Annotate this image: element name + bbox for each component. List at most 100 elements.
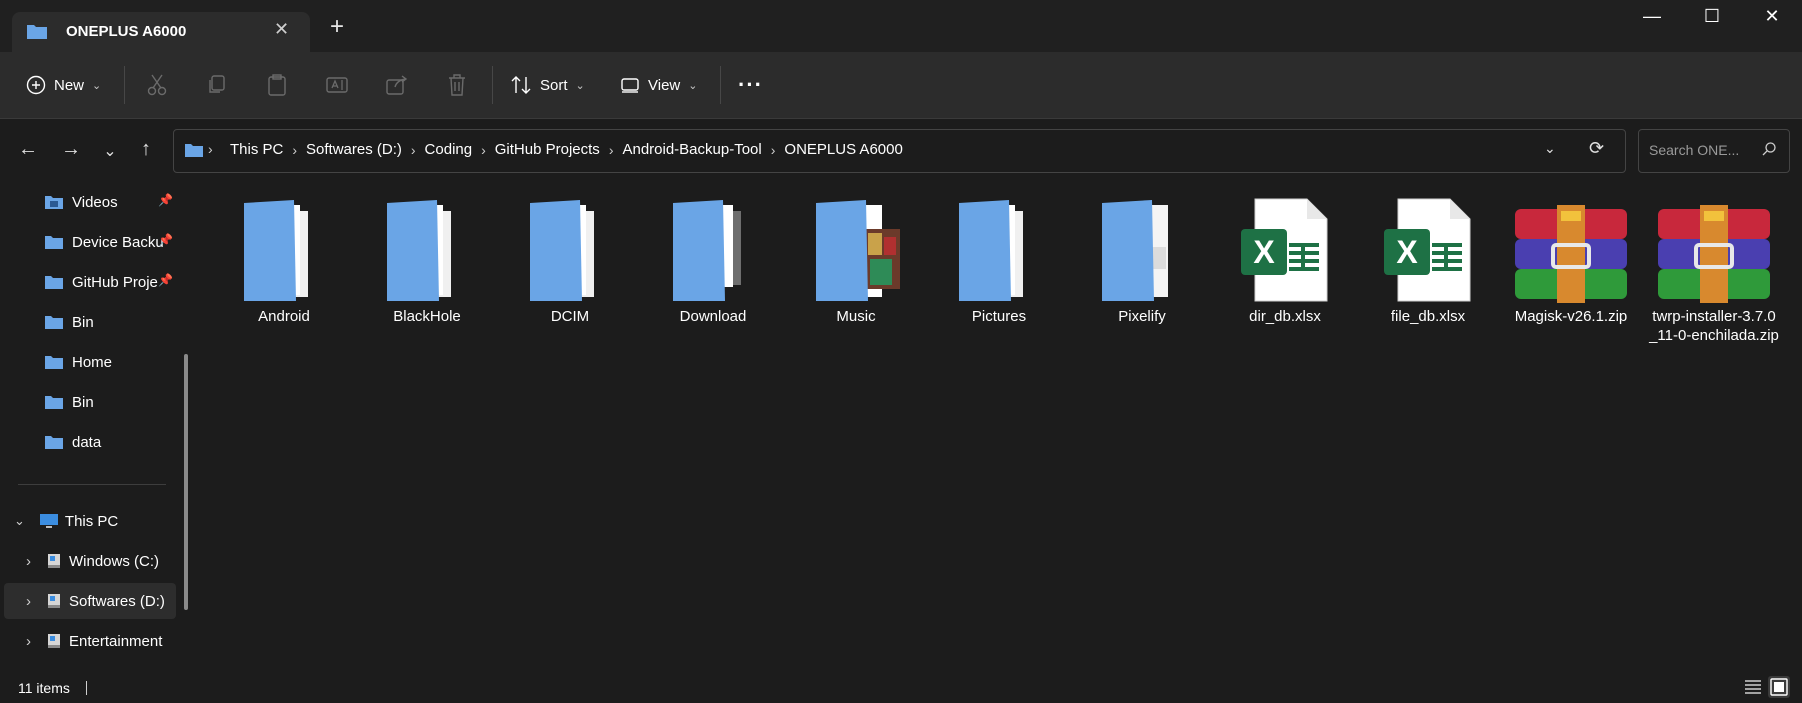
crumb-github-projects[interactable]: GitHub Projects xyxy=(495,141,600,158)
chevron-right-icon[interactable]: › xyxy=(609,142,614,158)
more-options-button[interactable]: ··· xyxy=(738,68,763,102)
toolbar-divider xyxy=(492,66,493,104)
folder-icon xyxy=(45,356,63,369)
up-arrow-icon[interactable]: ↑ xyxy=(131,138,161,161)
sidebar-item-windows-c[interactable]: › Windows (C:) xyxy=(0,543,176,579)
sidebar-item-data[interactable]: data xyxy=(0,424,176,460)
crumb-coding[interactable]: Coding xyxy=(425,141,473,158)
folder-icon xyxy=(959,200,1023,301)
close-button[interactable]: ✕ xyxy=(1752,6,1792,27)
sidebar-item-home[interactable]: Home xyxy=(0,344,176,380)
chevron-right-icon[interactable]: › xyxy=(292,142,297,158)
sidebar-scrollbar[interactable] xyxy=(184,354,188,610)
status-bar: 11 items xyxy=(0,673,1802,703)
file-item-twrp-zip[interactable]: twrp-installer-3.7.0_11-0-enchilada.zip xyxy=(1649,197,1779,345)
chevron-right-icon[interactable]: › xyxy=(26,593,31,610)
file-item-dcim[interactable]: DCIM xyxy=(505,197,635,326)
large-icons-view-icon[interactable] xyxy=(1768,676,1790,698)
file-item-magisk-zip[interactable]: Magisk-v26.1.zip xyxy=(1506,197,1636,326)
winrar-archive-icon xyxy=(1658,205,1770,303)
chevron-right-icon[interactable]: › xyxy=(26,553,31,570)
file-item-pictures[interactable]: Pictures xyxy=(934,197,1064,326)
new-tab-button[interactable]: + xyxy=(330,15,344,39)
file-name: Music xyxy=(836,308,876,325)
recent-locations-chevron-icon[interactable]: ⌄ xyxy=(95,141,125,161)
crumb-oneplus[interactable]: ONEPLUS A6000 xyxy=(784,141,902,158)
file-name: Download xyxy=(679,308,747,325)
file-name: BlackHole xyxy=(393,308,461,325)
sidebar-item-videos[interactable]: Videos 📌 xyxy=(0,184,176,220)
svg-text:X: X xyxy=(1396,234,1418,270)
chevron-right-icon[interactable]: › xyxy=(26,633,31,650)
crumb-android-backup-tool[interactable]: Android-Backup-Tool xyxy=(622,141,761,158)
winrar-archive-icon xyxy=(1515,205,1627,303)
file-item-dir-db[interactable]: X dir_db.xlsx xyxy=(1220,197,1350,326)
file-item-android[interactable]: Android xyxy=(219,197,349,326)
file-item-pixelify[interactable]: Pixelify xyxy=(1077,197,1207,326)
sidebar-item-label: Windows (C:) xyxy=(69,552,160,570)
chevron-right-icon[interactable]: › xyxy=(771,142,776,158)
tab-oneplus[interactable]: ONEPLUS A6000 ✕ xyxy=(12,12,310,52)
file-name: Magisk-v26.1.zip xyxy=(1514,308,1628,325)
tab-close-icon[interactable]: ✕ xyxy=(274,19,289,40)
cut-icon[interactable] xyxy=(144,72,170,98)
share-icon[interactable] xyxy=(384,72,410,98)
delete-icon[interactable] xyxy=(444,72,470,98)
sidebar-item-label: Home xyxy=(72,353,113,371)
pin-icon: 📌 xyxy=(158,233,173,247)
details-view-icon[interactable] xyxy=(1742,676,1764,698)
drive-icon xyxy=(48,634,60,648)
computer-icon xyxy=(39,514,58,528)
file-item-music[interactable]: Music xyxy=(791,197,921,326)
rename-icon[interactable] xyxy=(324,72,350,98)
sidebar-item-device-backup[interactable]: Device Backu 📌 xyxy=(0,224,176,260)
minimize-button[interactable]: — xyxy=(1632,6,1672,27)
address-dropdown-icon[interactable]: ⌄ xyxy=(1544,140,1556,157)
folder-icon xyxy=(1102,200,1168,301)
file-item-download[interactable]: Download xyxy=(648,197,778,326)
crumb-softwares[interactable]: Softwares (D:) xyxy=(306,141,402,158)
chevron-right-icon[interactable]: › xyxy=(481,142,486,158)
file-item-blackhole[interactable]: BlackHole xyxy=(362,197,492,326)
sort-label: Sort xyxy=(540,76,568,94)
chevron-down-icon: ⌄ xyxy=(688,79,698,92)
sidebar-item-entertainment[interactable]: › Entertainment xyxy=(0,623,176,659)
view-button[interactable]: View ⌄ xyxy=(620,68,697,102)
address-bar[interactable]: › This PC › Softwares (D:) › Coding › Gi… xyxy=(173,129,1626,173)
chevron-down-icon: ⌄ xyxy=(575,79,585,92)
new-button[interactable]: New ⌄ xyxy=(26,68,101,102)
sort-button[interactable]: Sort ⌄ xyxy=(510,68,585,102)
sidebar-item-softwares-d[interactable]: › Softwares (D:) xyxy=(4,583,176,619)
file-item-file-db[interactable]: X file_db.xlsx xyxy=(1363,197,1493,326)
item-count: 11 items xyxy=(18,680,70,696)
copy-icon[interactable] xyxy=(204,72,230,98)
sidebar-item-label: Bin xyxy=(72,393,94,411)
folder-icon xyxy=(673,200,741,301)
sidebar-item-bin[interactable]: Bin xyxy=(0,304,176,340)
title-bar: ONEPLUS A6000 ✕ + — ☐ ✕ xyxy=(0,0,1802,52)
sidebar-item-label: Bin xyxy=(72,313,94,331)
sort-icon xyxy=(511,76,531,94)
excel-icon: X xyxy=(1241,198,1328,302)
chevron-right-icon[interactable]: › xyxy=(411,142,416,158)
search-box[interactable]: Search ONE... xyxy=(1638,129,1790,173)
sidebar-item-label: Device Backu xyxy=(72,233,164,251)
forward-arrow-icon[interactable]: → xyxy=(56,138,86,161)
folder-icon xyxy=(45,316,63,329)
folder-icon xyxy=(184,142,204,162)
chevron-down-icon[interactable]: ⌄ xyxy=(14,513,25,529)
refresh-icon[interactable]: ⟳ xyxy=(1589,138,1604,159)
sidebar-item-github-projects[interactable]: GitHub Proje 📌 xyxy=(0,264,176,300)
excel-icon: X xyxy=(1384,198,1471,302)
navigation-pane: Videos 📌 Device Backu 📌 GitHub Proje 📌 B… xyxy=(0,183,198,673)
crumb-this-pc[interactable]: This PC xyxy=(230,141,283,158)
sidebar-item-this-pc[interactable]: ⌄ This PC xyxy=(0,503,176,539)
sidebar-item-bin-2[interactable]: Bin xyxy=(0,384,176,420)
folder-icon xyxy=(45,436,63,449)
maximize-button[interactable]: ☐ xyxy=(1692,6,1732,27)
paste-icon[interactable] xyxy=(264,72,290,98)
file-name: twrp-installer-3.7.0_11-0-enchilada.zip xyxy=(1649,308,1779,344)
search-icon xyxy=(1761,141,1777,161)
back-arrow-icon[interactable]: ← xyxy=(13,138,43,161)
videos-folder-icon xyxy=(45,196,63,209)
